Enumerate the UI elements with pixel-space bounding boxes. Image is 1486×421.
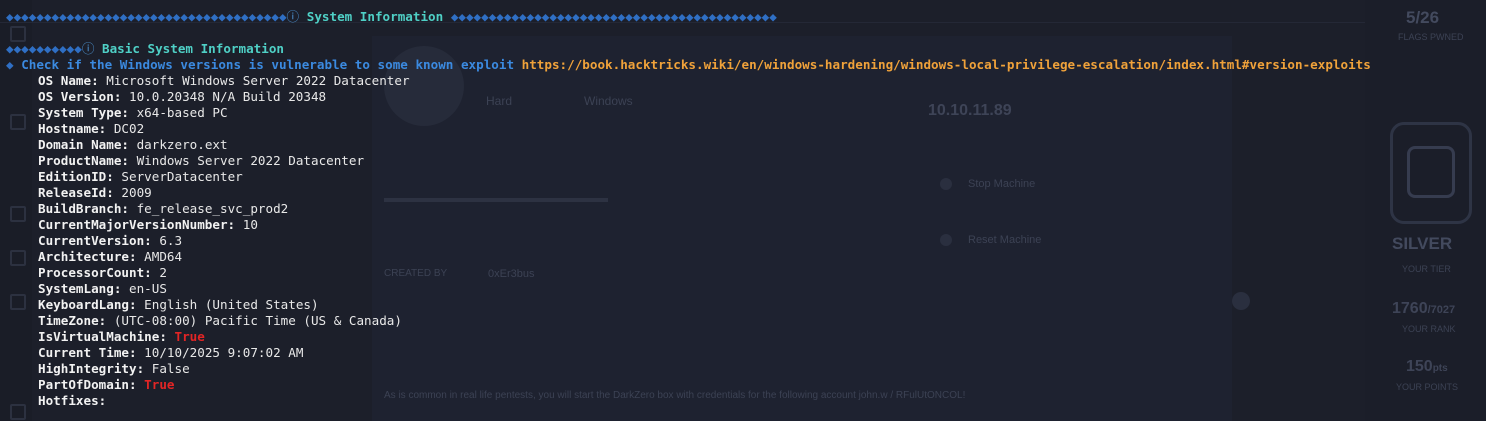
field-key: ProcessorCount: [38, 265, 152, 280]
field-key: CurrentVersion: [38, 233, 152, 248]
field-value: darkzero.ext [136, 137, 228, 152]
field-value: False [151, 361, 190, 376]
field-value: English (United States) [144, 297, 319, 312]
field-key: Domain Name: [38, 137, 129, 152]
hacktricks-link[interactable]: https://book.hacktricks.wiki/en/windows-… [522, 57, 1371, 72]
field-value: 2 [159, 265, 167, 280]
terminal-output[interactable]: ◆◆◆◆◆◆◆◆◆◆◆◆◆◆◆◆◆◆◆◆◆◆◆◆◆◆◆◆◆◆◆◆◆◆◆◆◆ⓘ S… [0, 0, 1486, 421]
system-information-header: ◆◆◆◆◆◆◆◆◆◆◆◆◆◆◆◆◆◆◆◆◆◆◆◆◆◆◆◆◆◆◆◆◆◆◆◆◆ⓘ S… [6, 9, 777, 25]
field-key: KeyboardLang: [38, 297, 137, 312]
field-value: (UTC-08:00) Pacific Time (US & Canada) [113, 313, 402, 328]
basic-system-information-header: ◆◆◆◆◆◆◆◆◆◆ⓘ Basic System Information [6, 41, 284, 57]
field-value: 2009 [121, 185, 152, 200]
header-lead-diamonds: ◆◆◆◆◆◆◆◆◆◆◆◆◆◆◆◆◆◆◆◆◆◆◆◆◆◆◆◆◆◆◆◆◆◆◆◆◆ [6, 9, 287, 24]
field-value: AMD64 [144, 249, 183, 264]
info-icon: ⓘ [286, 9, 300, 24]
hint-text: Check if the Windows versions is vulnera… [21, 57, 515, 72]
system-info-row: Hostname: DC02 [38, 121, 144, 137]
field-key: HighIntegrity: [38, 361, 145, 376]
system-info-row: TimeZone: (UTC-08:00) Pacific Time (US &… [38, 313, 402, 329]
subsection-lead-diamonds: ◆◆◆◆◆◆◆◆◆◆ [6, 41, 82, 56]
field-key: Hostname: [38, 121, 107, 136]
field-value: Microsoft Windows Server 2022 Datacenter [106, 73, 410, 88]
field-key: System Type: [38, 105, 129, 120]
header-title: System Information [306, 9, 444, 24]
field-key: ReleaseId: [38, 185, 114, 200]
system-info-row: OS Version: 10.0.20348 N/A Build 20348 [38, 89, 326, 105]
field-value: fe_release_svc_prod2 [136, 201, 289, 216]
field-value: Windows Server 2022 Datacenter [136, 153, 365, 168]
field-key: Current Time: [38, 345, 137, 360]
exploit-hint-line: ◆ Check if the Windows versions is vulne… [6, 57, 1371, 73]
system-info-row: ProductName: Windows Server 2022 Datacen… [38, 153, 364, 169]
system-info-row: PartOfDomain: True [38, 377, 175, 393]
system-info-row: HighIntegrity: False [38, 361, 190, 377]
subsection-title: Basic System Information [102, 41, 284, 56]
field-value: DC02 [113, 121, 145, 136]
info-icon: ⓘ [81, 41, 95, 56]
field-value: True [174, 329, 205, 344]
field-key: PartOfDomain: [38, 377, 137, 392]
system-info-row: SystemLang: en-US [38, 281, 167, 297]
field-key: OS Name: [38, 73, 99, 88]
field-value: ServerDatacenter [121, 169, 243, 184]
field-key: ProductName: [38, 153, 129, 168]
field-value: 10/10/2025 9:07:02 AM [144, 345, 304, 360]
field-value: x64-based PC [136, 105, 228, 120]
field-value: 10 [242, 217, 258, 232]
field-key: BuildBranch: [38, 201, 129, 216]
field-key: EditionID: [38, 169, 114, 184]
field-value: 6.3 [159, 233, 183, 248]
field-key: SystemLang: [38, 281, 122, 296]
field-value: en-US [129, 281, 167, 296]
system-info-row: Current Time: 10/10/2025 9:07:02 AM [38, 345, 303, 361]
field-key: Hotfixes: [38, 393, 107, 408]
system-info-row: IsVirtualMachine: True [38, 329, 205, 345]
system-info-row: KeyboardLang: English (United States) [38, 297, 319, 313]
system-info-row: EditionID: ServerDatacenter [38, 169, 243, 185]
field-key: Architecture: [38, 249, 137, 264]
field-key: CurrentMajorVersionNumber: [38, 217, 236, 232]
system-info-row: Domain Name: darkzero.ext [38, 137, 228, 153]
system-info-row: BuildBranch: fe_release_svc_prod2 [38, 201, 288, 217]
system-info-row: Architecture: AMD64 [38, 249, 182, 265]
field-key: TimeZone: [38, 313, 107, 328]
field-key: OS Version: [38, 89, 122, 104]
field-value: True [144, 377, 175, 392]
system-info-row: ReleaseId: 2009 [38, 185, 152, 201]
system-info-row: CurrentMajorVersionNumber: 10 [38, 217, 258, 233]
field-value: 10.0.20348 N/A Build 20348 [129, 89, 327, 104]
hint-bullet-icon: ◆ [6, 57, 14, 72]
system-info-row: OS Name: Microsoft Windows Server 2022 D… [38, 73, 410, 89]
header-tail-diamonds: ◆◆◆◆◆◆◆◆◆◆◆◆◆◆◆◆◆◆◆◆◆◆◆◆◆◆◆◆◆◆◆◆◆◆◆◆◆◆◆◆… [450, 9, 777, 24]
system-info-row: CurrentVersion: 6.3 [38, 233, 182, 249]
system-info-row: ProcessorCount: 2 [38, 265, 167, 281]
system-info-row: Hotfixes: [38, 393, 114, 409]
system-info-row: System Type: x64-based PC [38, 105, 228, 121]
field-key: IsVirtualMachine: [38, 329, 167, 344]
